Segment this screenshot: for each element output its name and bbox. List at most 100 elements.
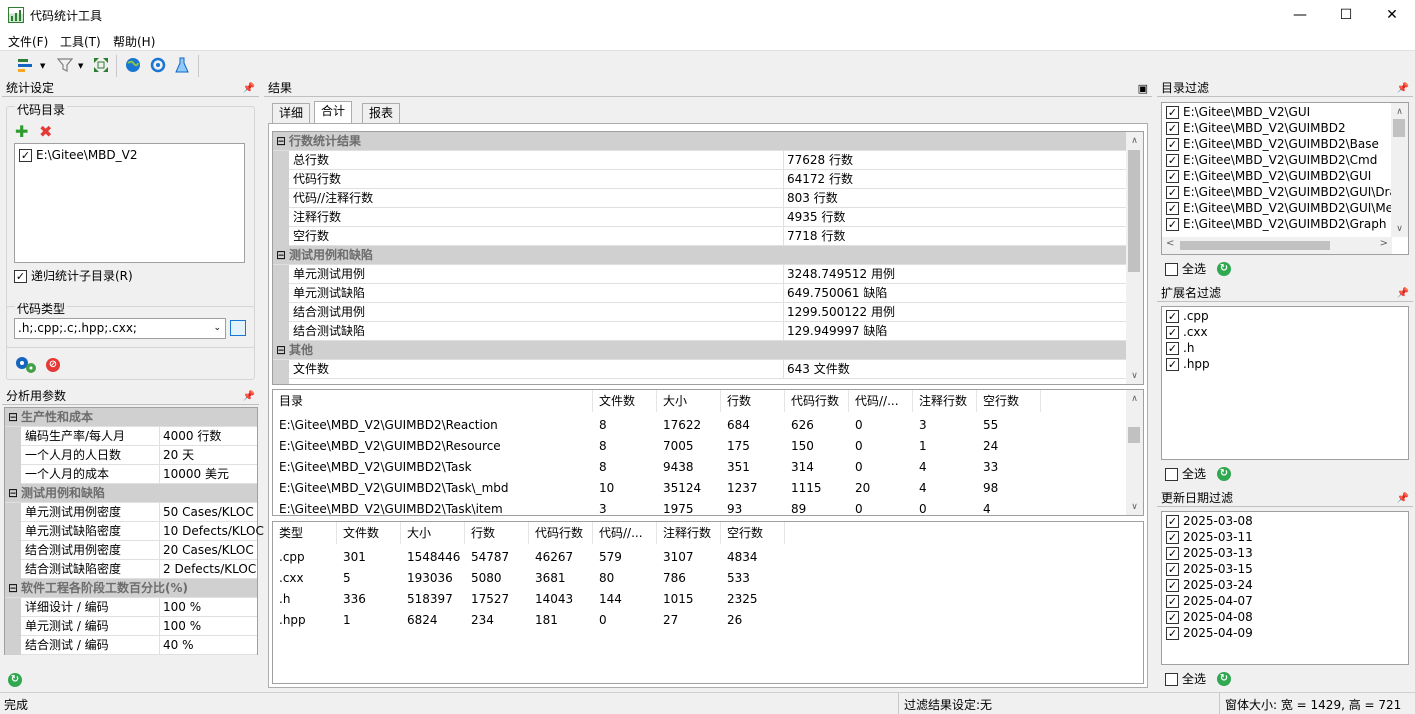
- dir-filter-list[interactable]: ✓ E:\Gitee\MBD_V2\GUI ✓ E:\Gitee\MBD_V2\GUI…: [1161, 102, 1409, 255]
- collapse-icon[interactable]: ⊟: [273, 341, 289, 359]
- summary-row[interactable]: 总行数 77628 行数: [273, 151, 1127, 170]
- param-value[interactable]: 10000 美元: [163, 465, 229, 483]
- code-dir-list[interactable]: ✓ E:\Gitee\MBD_V2: [14, 143, 245, 263]
- list-item[interactable]: ✓ E:\Gitee\MBD_V2\GUIMBD2\GUI\Drag: [1162, 184, 1392, 200]
- pin-icon[interactable]: 📌: [1397, 491, 1409, 507]
- dir-select-all[interactable]: 全选: [1165, 260, 1206, 277]
- table-row[interactable]: E:\Gitee\MBD_V2\GUIMBD2\Task\item 3 1975 93…: [273, 499, 1127, 515]
- summary-scrollbar[interactable]: ∧ ∨: [1126, 132, 1143, 384]
- scroll-up-icon[interactable]: ∧: [1126, 390, 1143, 407]
- param-row[interactable]: 结合测试 / 编码 40 %: [5, 636, 257, 655]
- param-row[interactable]: 单元测试用例密度 50 Cases/KLOC: [5, 503, 257, 522]
- list-item[interactable]: ✓ 2025-04-08: [1162, 609, 1408, 625]
- list-item[interactable]: ✓ 2025-03-11: [1162, 529, 1408, 545]
- checkbox[interactable]: ✓: [1166, 579, 1179, 592]
- date-select-all[interactable]: 全选: [1165, 670, 1206, 687]
- scroll-thumb[interactable]: [1180, 241, 1330, 250]
- scroll-up-icon[interactable]: ∧: [1391, 103, 1408, 120]
- list-item[interactable]: ✓ E:\Gitee\MBD_V2\GUIMBD2\Cmd: [1162, 152, 1392, 168]
- param-row[interactable]: 编码生产率/每人月 4000 行数: [5, 427, 257, 446]
- checkbox[interactable]: ✓: [14, 270, 27, 283]
- table-row[interactable]: E:\Gitee\MBD_V2\GUIMBD2\Reaction 8 17622 68…: [273, 415, 1127, 436]
- list-item[interactable]: ✓ 2025-04-07: [1162, 593, 1408, 609]
- delete-icon[interactable]: ✖: [39, 122, 52, 141]
- column-header[interactable]: 文件数: [593, 390, 657, 412]
- pin-icon[interactable]: 📌: [243, 81, 255, 97]
- table-row[interactable]: .h 336 518397 17527 14043 144 1015 2325: [273, 589, 1143, 610]
- scroll-down-icon[interactable]: ∨: [1391, 220, 1408, 237]
- collapse-icon[interactable]: ⊟: [5, 579, 21, 597]
- checkbox[interactable]: ✓: [1166, 310, 1179, 323]
- checkbox[interactable]: [1165, 673, 1178, 686]
- column-header[interactable]: 大小: [401, 522, 465, 544]
- param-value[interactable]: 100 %: [163, 617, 201, 635]
- summary-row[interactable]: [273, 379, 1127, 384]
- summary-row[interactable]: 注释行数 4935 行数: [273, 208, 1127, 227]
- add-icon[interactable]: ✚: [15, 122, 28, 141]
- scroll-right-icon[interactable]: >: [1380, 238, 1388, 249]
- column-header[interactable]: 类型: [273, 522, 337, 544]
- checkbox[interactable]: ✓: [1166, 563, 1179, 576]
- scroll-left-icon[interactable]: <: [1166, 238, 1174, 249]
- list-item[interactable]: ✓ 2025-03-15: [1162, 561, 1408, 577]
- param-category[interactable]: ⊟ 生产性和成本: [5, 408, 257, 427]
- checkbox[interactable]: ✓: [1166, 595, 1179, 608]
- chevron-down-icon[interactable]: ▼: [78, 62, 83, 70]
- summary-row[interactable]: 单元测试用例 3248.749512 用例: [273, 265, 1127, 284]
- chevron-down-icon[interactable]: ⌄: [213, 319, 221, 338]
- column-header[interactable]: 代码行数: [785, 390, 849, 412]
- checkbox[interactable]: ✓: [1166, 170, 1179, 183]
- param-value[interactable]: 40 %: [163, 636, 194, 654]
- checkbox[interactable]: ✓: [1166, 106, 1179, 119]
- column-header[interactable]: 目录: [273, 390, 593, 412]
- minimize-button[interactable]: —: [1277, 0, 1323, 30]
- summary-row[interactable]: 结合测试缺陷 129.949997 缺陷: [273, 322, 1127, 341]
- summary-row[interactable]: 单元测试缺陷 649.750061 缺陷: [273, 284, 1127, 303]
- checkbox[interactable]: ✓: [1166, 611, 1179, 624]
- column-header[interactable]: 行数: [465, 522, 529, 544]
- checkbox[interactable]: [1165, 263, 1178, 276]
- summary-row[interactable]: 文件数 643 文件数: [273, 360, 1127, 379]
- globe-icon[interactable]: [124, 56, 142, 74]
- checkbox[interactable]: ✓: [1166, 342, 1179, 355]
- param-value[interactable]: 20 天: [163, 446, 194, 464]
- checkbox[interactable]: ✓: [1166, 547, 1179, 560]
- recursive-checkbox[interactable]: ✓ 递归统计子目录(R): [14, 267, 133, 284]
- list-item[interactable]: ✓ E:\Gitee\MBD_V2: [15, 147, 244, 163]
- summary-row[interactable]: 代码行数 64172 行数: [273, 170, 1127, 189]
- tab-report[interactable]: 报表: [362, 103, 401, 123]
- pin-icon[interactable]: 📌: [1397, 286, 1409, 302]
- param-value[interactable]: 100 %: [163, 598, 201, 616]
- column-header[interactable]: 大小: [657, 390, 721, 412]
- param-row[interactable]: 单元测试 / 编码 100 %: [5, 617, 257, 636]
- list-item[interactable]: ✓ E:\Gitee\MBD_V2\GUIMBD2\GUI: [1162, 168, 1392, 184]
- stop-icon[interactable]: ⊘: [46, 358, 60, 372]
- collapse-icon[interactable]: ⊟: [5, 484, 21, 502]
- settings-run-icon[interactable]: [14, 355, 38, 375]
- checkbox[interactable]: ✓: [1166, 154, 1179, 167]
- param-value[interactable]: 20 Cases/KLOC: [163, 541, 254, 559]
- ext-filter-list[interactable]: ✓ .cpp ✓ .cxx ✓ .h ✓ .hpp: [1161, 306, 1409, 460]
- ext-select-all[interactable]: 全选: [1165, 465, 1206, 482]
- param-row[interactable]: 单元测试缺陷密度 10 Defects/KLOC: [5, 522, 264, 541]
- column-header[interactable]: 代码//...: [849, 390, 913, 412]
- flask-icon[interactable]: [173, 56, 191, 74]
- checkbox[interactable]: ✓: [1166, 186, 1179, 199]
- list-item[interactable]: ✓ E:\Gitee\MBD_V2\GUI: [1162, 104, 1392, 120]
- table-row[interactable]: .cxx 5 193036 5080 3681 80 786 533: [273, 568, 1143, 589]
- dir-table-scrollbar[interactable]: ∧ ∨: [1126, 390, 1143, 515]
- refresh-icon[interactable]: [149, 56, 167, 74]
- tab-summary[interactable]: 合计: [314, 101, 353, 123]
- param-row[interactable]: 详细设计 / 编码 100 %: [5, 598, 257, 617]
- checkbox[interactable]: ✓: [1166, 515, 1179, 528]
- pin-icon[interactable]: 📌: [243, 389, 255, 405]
- checkbox[interactable]: ✓: [1166, 138, 1179, 151]
- param-category[interactable]: ⊟ 软件工程各阶段工数百分比(%): [5, 579, 257, 598]
- column-header[interactable]: 行数: [721, 390, 785, 412]
- close-button[interactable]: ✕: [1369, 0, 1415, 30]
- list-item[interactable]: ✓ 2025-03-24: [1162, 577, 1408, 593]
- column-header[interactable]: 代码行数: [529, 522, 593, 544]
- checkbox[interactable]: [1165, 468, 1178, 481]
- checkbox[interactable]: ✓: [1166, 531, 1179, 544]
- tab-detail[interactable]: 详细: [272, 103, 311, 123]
